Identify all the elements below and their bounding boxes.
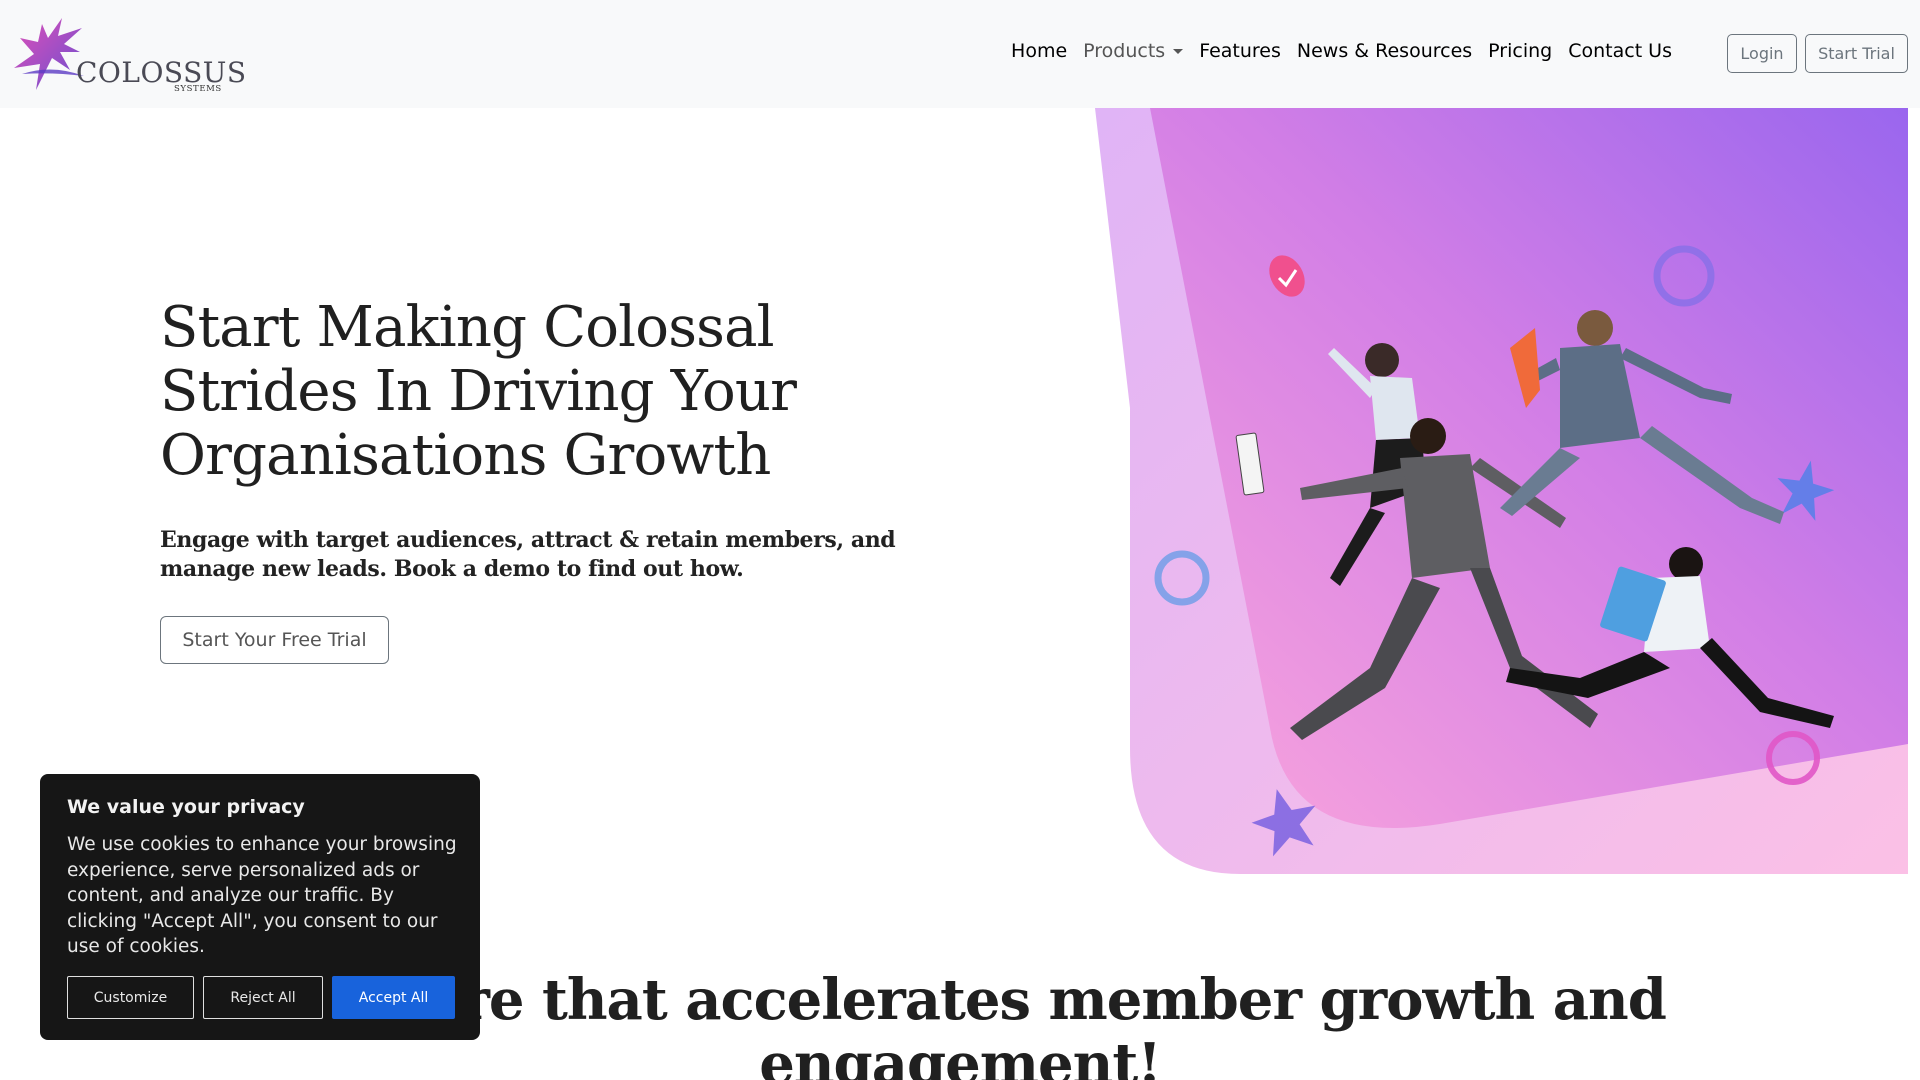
nav-item-features[interactable]: Features — [1199, 40, 1281, 62]
reject-all-button[interactable]: Reject All — [203, 976, 323, 1019]
chevron-down-icon — [1173, 48, 1184, 54]
cookie-body: We use cookies to enhance your browsing … — [67, 834, 457, 957]
nav-item-home[interactable]: Home — [1011, 40, 1067, 62]
start-trial-button[interactable]: Start Trial — [1805, 34, 1908, 73]
nav-item-pricing[interactable]: Pricing — [1488, 40, 1552, 62]
cookie-title: We value your privacy — [67, 796, 305, 818]
accept-all-button[interactable]: Accept All — [332, 976, 455, 1019]
cookie-consent-banner: We value your privacy We use cookies to … — [40, 774, 480, 1040]
hero-subtitle: Engage with target audiences, attract & … — [160, 527, 896, 582]
main-nav: Home Products Features News & Resources … — [1011, 40, 1672, 62]
nav-item-news-resources[interactable]: News & Resources — [1297, 40, 1472, 62]
nav-item-products[interactable]: Products — [1083, 40, 1184, 62]
nav-item-products-label: Products — [1083, 40, 1166, 62]
navbar: COLOSSUS SYSTEMS Home Products Features … — [0, 0, 1920, 108]
hero-title: Start Making Colossal Strides In Driving… — [160, 295, 797, 488]
customize-button[interactable]: Customize — [67, 976, 194, 1019]
hero-illustration — [1095, 108, 1908, 874]
nav-item-contact-us[interactable]: Contact Us — [1568, 40, 1672, 62]
brand-subtitle: SYSTEMS — [174, 84, 222, 94]
cookie-actions: Customize Reject All Accept All — [67, 976, 455, 1019]
start-free-trial-button[interactable]: Start Your Free Trial — [160, 616, 389, 664]
login-button[interactable]: Login — [1727, 34, 1797, 73]
brand-logo[interactable]: COLOSSUS SYSTEMS — [12, 14, 246, 96]
